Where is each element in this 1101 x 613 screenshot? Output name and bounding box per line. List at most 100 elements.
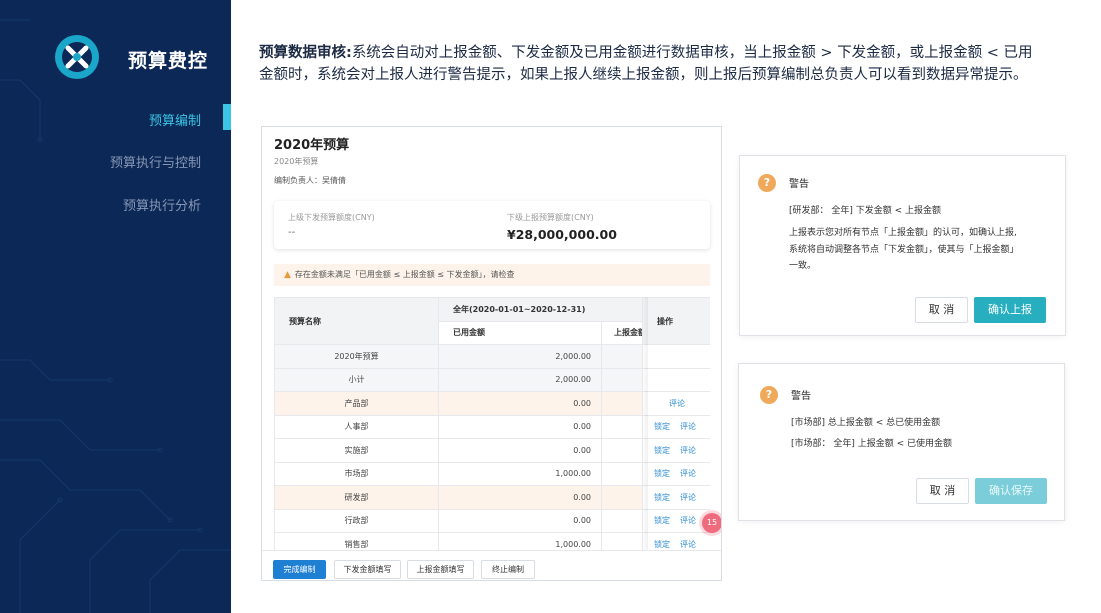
row-name-cell: 市场部 — [274, 461, 439, 486]
cancel-button[interactable]: 取 消 — [915, 297, 968, 323]
col-header-name: 预算名称 — [274, 297, 439, 345]
table-row: 2020年预算 2,000.00 — [274, 344, 710, 369]
row-reported-cell[interactable] — [600, 367, 644, 392]
row-ops-cell: 锁定 评论 — [642, 461, 710, 486]
col-header-period: 全年(2020-01-01~2020-12-31) — [437, 297, 644, 322]
row-reported-cell[interactable] — [600, 438, 644, 463]
row-used-cell: 0.00 — [438, 508, 602, 533]
row-reported-cell[interactable] — [600, 485, 644, 510]
col-header-used: 已用金额 — [438, 320, 602, 345]
row-reported-cell[interactable] — [600, 532, 644, 550]
lock-link[interactable]: 锁定 — [654, 446, 670, 455]
row-name-cell: 销售部 — [274, 532, 439, 550]
comment-link[interactable]: 评论 — [680, 493, 696, 502]
col-header-reported: 上报金额 — [600, 320, 644, 345]
validation-warning-bar: ▲ 存在金额未满足「已用金额 ≤ 上报金额 ≤ 下发金额」，请检查 — [274, 264, 710, 286]
notification-badge[interactable]: 15 — [702, 513, 721, 533]
comment-link[interactable]: 评论 — [680, 469, 696, 478]
table-row: 行政部 0.00 锁定 评论 — [274, 508, 710, 533]
sidebar-item-budget-planning[interactable]: 预算编制 — [149, 110, 201, 129]
row-name-cell: 行政部 — [274, 508, 439, 533]
feature-description: 预算数据审核:系统会自动对上报金额、下发金额及已用金额进行数据审核，当上报金额 … — [259, 43, 1034, 86]
validation-warning-text: 存在金额未满足「已用金额 ≤ 上报金额 ≤ 下发金额」，请检查 — [294, 270, 515, 279]
row-reported-cell[interactable] — [600, 344, 644, 369]
table-row: 小计 2,000.00 — [274, 367, 710, 392]
sidebar: 预算费控 预算编制 预算执行与控制 预算执行分析 — [0, 0, 231, 613]
warning-dialog-report: ? 警告 [研发部： 全年] 下发金额 < 上报金额 上报表示您对所有节点「上报… — [739, 155, 1066, 336]
dialog-message-1: [市场部] 总上报金额 < 总已使用金额 — [791, 418, 941, 428]
row-ops-cell — [642, 344, 710, 369]
dialog-message-3: 系统将自动调整各节点「下发金额」，使其与「上报金额」 — [789, 245, 1019, 255]
cancel-button[interactable]: 取 消 — [916, 478, 969, 504]
comment-link[interactable]: 评论 — [680, 516, 696, 525]
row-ops-cell: 锁定 评论 — [642, 485, 710, 510]
upper-amount-value: -- — [288, 227, 296, 238]
row-reported-cell[interactable] — [600, 508, 644, 533]
row-ops-cell — [642, 367, 710, 392]
row-name-cell: 人事部 — [274, 414, 439, 439]
comment-link[interactable]: 评论 — [680, 446, 696, 455]
fill-down-amount-button[interactable]: 下发金额填写 — [334, 560, 401, 579]
confirm-report-button[interactable]: 确认上报 — [974, 297, 1046, 323]
budget-table: 预算名称 全年(2020-01-01~2020-12-31) 操作 已用金额 上… — [274, 297, 710, 550]
row-reported-cell[interactable] — [600, 461, 644, 486]
amount-summary-card: 上级下发预算额度(CNY) -- 下级上报预算额度(CNY) ¥28,000,0… — [274, 201, 710, 249]
dialog-title: 警告 — [789, 179, 809, 190]
row-name-cell: 研发部 — [274, 485, 439, 510]
budget-title: 2020年预算 — [274, 138, 350, 153]
budget-owner: 编制负责人：吴倩倩 — [274, 176, 346, 185]
dialog-message-2: 上报表示您对所有节点「上报金额」的认可，如确认上报, — [789, 228, 1017, 238]
row-used-cell: 0.00 — [438, 414, 602, 439]
lock-link[interactable]: 锁定 — [654, 540, 670, 549]
lower-amount-value: ¥28,000,000.00 — [507, 227, 617, 242]
comment-link[interactable]: 评论 — [669, 399, 685, 408]
stop-editing-button[interactable]: 终止编制 — [481, 560, 535, 579]
row-used-cell: 2,000.00 — [438, 344, 602, 369]
budget-subtitle: 2020年预算 — [274, 157, 319, 166]
description-highlight: 预算数据审核: — [259, 45, 352, 61]
page: 预算费控 预算编制 预算执行与控制 预算执行分析 预算数据审核:系统会自动对上报… — [0, 0, 1101, 613]
upper-amount-label: 上级下发预算额度(CNY) — [288, 213, 375, 222]
lock-link[interactable]: 锁定 — [654, 516, 670, 525]
row-ops-cell: 锁定 评论 — [642, 508, 710, 533]
fill-up-amount-button[interactable]: 上报金额填写 — [407, 560, 474, 579]
brand-logo-icon — [55, 35, 99, 79]
row-ops-cell: 锁定 评论 — [642, 438, 710, 463]
comment-link[interactable]: 评论 — [680, 422, 696, 431]
warning-dialog-save: ? 警告 [市场部] 总上报金额 < 总已使用金额 [市场部： 全年] 上报金额… — [738, 363, 1065, 521]
lock-link[interactable]: 锁定 — [654, 422, 670, 431]
warning-triangle-icon: ▲ — [284, 270, 291, 280]
sidebar-item-budget-analysis[interactable]: 预算执行分析 — [123, 195, 201, 214]
sidebar-item-budget-execution[interactable]: 预算执行与控制 — [110, 152, 201, 171]
table-row: 市场部 1,000.00 锁定 评论 — [274, 461, 710, 486]
budget-table-body: 2020年预算 2,000.00 小计 2,000.00 产品部 0.00 评论 人事部 0.0… — [274, 344, 710, 550]
lower-amount-label: 下级上报预算额度(CNY) — [507, 213, 594, 222]
row-reported-cell[interactable] — [600, 391, 644, 416]
brand-title: 预算费控 — [128, 50, 209, 72]
row-used-cell: 0.00 — [438, 438, 602, 463]
row-reported-cell[interactable] — [600, 414, 644, 439]
lock-link[interactable]: 锁定 — [654, 469, 670, 478]
row-name-cell: 2020年预算 — [274, 344, 439, 369]
row-used-cell: 1,000.00 — [438, 532, 602, 550]
row-name-cell: 实施部 — [274, 438, 439, 463]
question-icon: ? — [760, 386, 778, 404]
dialog-message-2: [市场部： 全年] 上报金额 < 已使用金额 — [791, 439, 953, 449]
row-used-cell: 2,000.00 — [438, 367, 602, 392]
description-text: 系统会自动对上报金额、下发金额及已用金额进行数据审核，当上报金额 > 下发金额，… — [259, 45, 1033, 83]
comment-link[interactable]: 评论 — [680, 540, 696, 549]
finish-editing-button[interactable]: 完成编制 — [273, 560, 326, 579]
budget-panel: 2020年预算 2020年预算 编制负责人：吴倩倩 上级下发预算额度(CNY) … — [261, 126, 722, 581]
table-row: 产品部 0.00 评论 — [274, 391, 710, 416]
question-icon: ? — [758, 174, 776, 192]
lock-link[interactable]: 锁定 — [654, 493, 670, 502]
dialog-message-4: 一致。 — [789, 261, 817, 271]
confirm-save-button[interactable]: 确认保存 — [975, 478, 1047, 504]
row-name-cell: 产品部 — [274, 391, 439, 416]
row-ops-cell: 评论 — [642, 391, 710, 416]
row-used-cell: 0.00 — [438, 485, 602, 510]
row-ops-cell: 锁定 评论 — [642, 532, 710, 550]
col-header-ops: 操作 — [642, 297, 710, 345]
dialog-message-1: [研发部： 全年] 下发金额 < 上报金额 — [789, 206, 942, 216]
row-ops-cell: 锁定 评论 — [642, 414, 710, 439]
